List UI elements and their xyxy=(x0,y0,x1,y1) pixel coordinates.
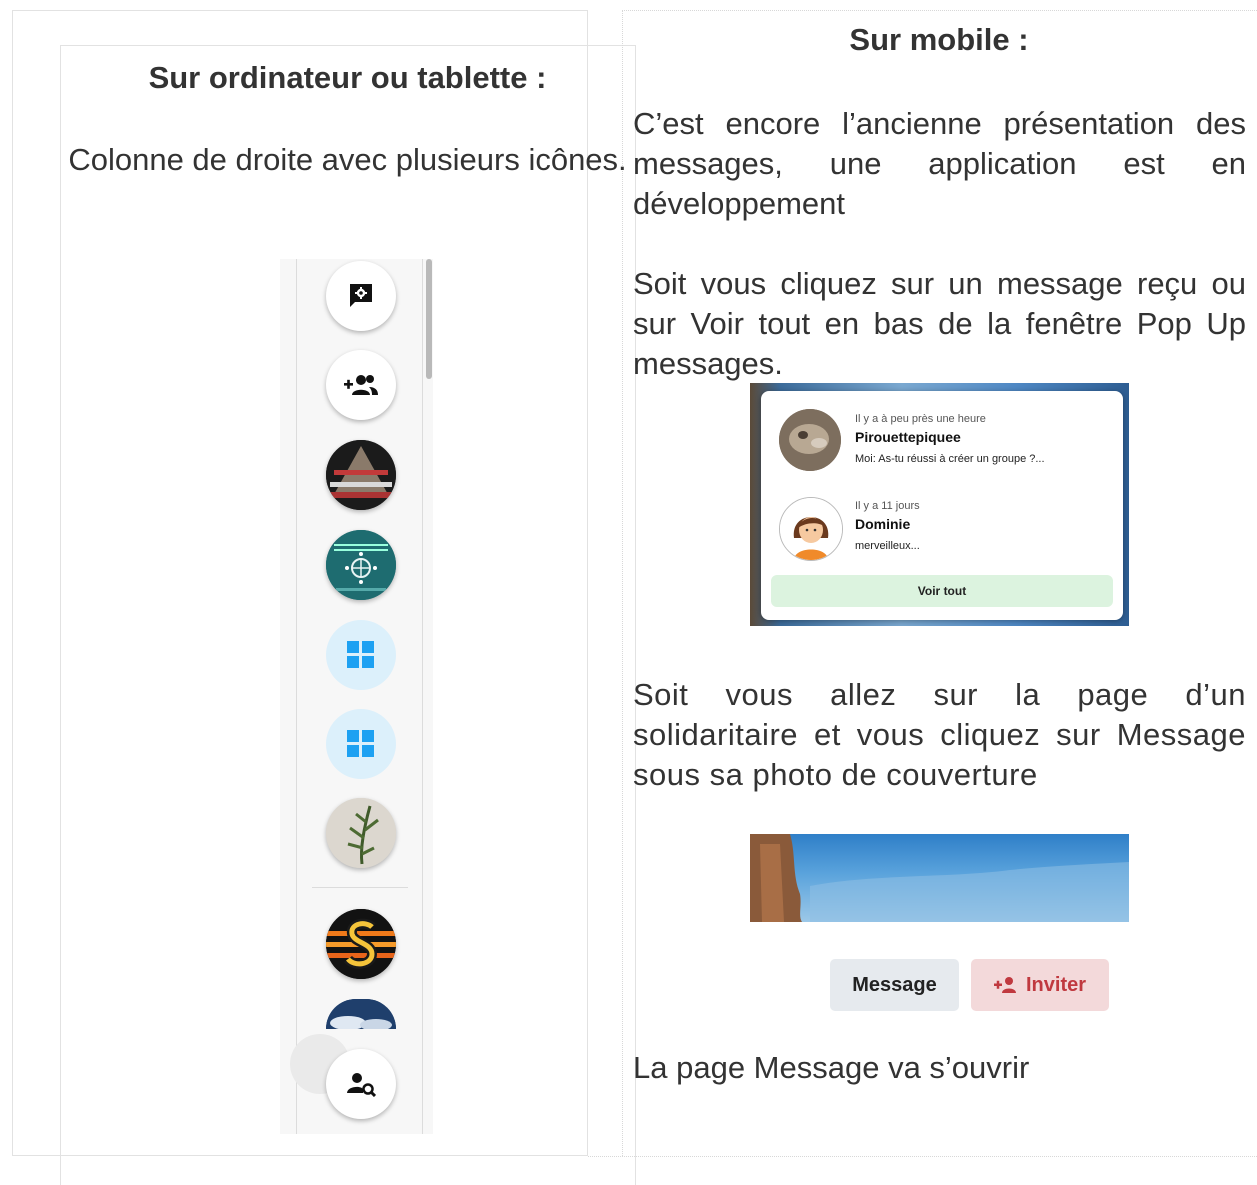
message-time: Il y a 11 jours xyxy=(855,500,920,512)
find-person-icon xyxy=(347,1073,376,1097)
avatar-dominie[interactable] xyxy=(779,497,843,561)
message-sender-name[interactable]: Dominie xyxy=(855,516,910,532)
plant-image-icon xyxy=(326,798,396,868)
apps-grid-button-2[interactable] xyxy=(326,709,396,779)
invite-button-label: Inviter xyxy=(1025,973,1087,996)
message-button[interactable]: Message xyxy=(830,959,959,1011)
right-frame-bottom-edge xyxy=(588,1156,1257,1157)
cat-photo-icon xyxy=(779,409,841,471)
avatar-pirouettepiquee[interactable] xyxy=(779,409,841,471)
logo-s-icon xyxy=(326,909,396,979)
messages-popup-card: Il y a à peu près une heure Pirouettepiq… xyxy=(761,391,1123,620)
sky-image-icon xyxy=(326,999,396,1029)
message-time: Il y a à peu près une heure xyxy=(855,413,986,425)
right-sidebar-screenshot xyxy=(280,259,433,1134)
invite-button[interactable]: Inviter xyxy=(971,959,1109,1011)
globe-image-icon xyxy=(326,530,396,600)
cover-photo-image-icon xyxy=(750,834,1129,922)
add-person-icon xyxy=(993,977,1016,993)
group-avatar-plant[interactable] xyxy=(326,798,396,868)
message-preview[interactable]: Moi: As-tu réussi à créer un groupe ?... xyxy=(855,453,1045,465)
woman-avatar-icon xyxy=(780,498,842,560)
apps-grid-icon xyxy=(347,730,374,757)
message-preview[interactable]: merveilleux... xyxy=(855,540,920,552)
sidebar-right-border xyxy=(422,259,423,1134)
apps-grid-button-1[interactable] xyxy=(326,620,396,690)
cover-photo-screenshot xyxy=(750,834,1129,922)
left-section-description: Colonne de droite avec plusieurs icônes. xyxy=(68,142,627,177)
message-settings-icon xyxy=(350,284,372,307)
add-group-icon xyxy=(344,375,378,395)
message-sender-name[interactable]: Pirouettepiquee xyxy=(855,429,961,445)
messages-popup-screenshot: Il y a à peu près une heure Pirouettepiq… xyxy=(750,383,1129,626)
group-avatar-logo-s[interactable] xyxy=(326,909,396,979)
group-avatar-globe[interactable] xyxy=(326,530,396,600)
pyramid-image-icon xyxy=(326,440,396,510)
right-frame-left-edge xyxy=(622,10,623,1156)
profile-instructions-paragraph: Soit vous allez sur la page d’un solidar… xyxy=(633,677,1246,792)
group-avatar-pyramid[interactable] xyxy=(326,440,396,510)
right-section-title: Sur mobile : xyxy=(849,22,1029,57)
see-all-button[interactable]: Voir tout xyxy=(771,575,1113,607)
left-section-title: Sur ordinateur ou tablette : xyxy=(148,60,547,95)
popup-instructions-paragraph: Soit vous cliquez sur un message reçu ou… xyxy=(633,266,1246,381)
closing-paragraph: La page Message va s’ouvrir xyxy=(633,1050,1030,1085)
add-group-button[interactable] xyxy=(326,350,396,420)
sidebar-separator xyxy=(312,887,408,888)
message-settings-button[interactable] xyxy=(326,261,396,331)
right-frame-top-edge xyxy=(622,10,1257,11)
sidebar-left-border xyxy=(296,259,297,1134)
find-person-button[interactable] xyxy=(326,1049,396,1119)
apps-grid-icon xyxy=(347,641,374,668)
sidebar-scrollbar[interactable] xyxy=(426,259,432,379)
mobile-intro-paragraph: C’est encore l’ancienne présentation des… xyxy=(633,106,1246,221)
group-avatar-sky[interactable] xyxy=(326,999,396,1029)
